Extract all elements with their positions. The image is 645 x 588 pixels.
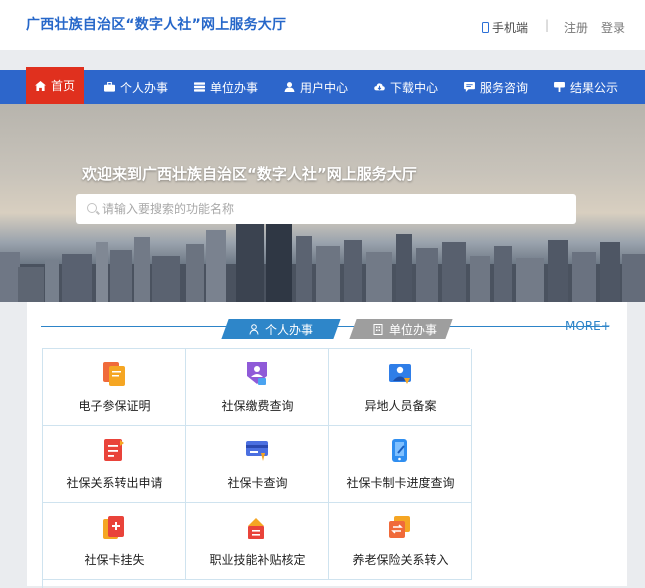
welcome-heading: 欢迎来到广西壮族自治区“数字人社”网上服务大厅 [82, 165, 417, 183]
hero-banner: 欢迎来到广西壮族自治区“数字人社”网上服务大厅 [0, 104, 645, 302]
nav-label: 单位办事 [210, 80, 259, 95]
service-label: 社保卡制卡进度查询 [346, 476, 455, 490]
services-panel: 个人办事 单位办事 MORE+ 电子参保证明 社保缴费查询 异地人员备案 社保关… [27, 302, 627, 588]
card-query-icon [246, 441, 268, 461]
service-label: 电子参保证明 [78, 399, 151, 413]
service-item[interactable]: 社保卡查询 [186, 426, 329, 503]
tab-label: 个人办事 [265, 323, 314, 337]
login-link[interactable]: 登录 [601, 19, 625, 36]
nav-item-user-center[interactable]: 用户中心 [284, 70, 348, 104]
certificate-icon [103, 362, 125, 386]
pension-transfer-icon [389, 516, 410, 538]
service-label: 异地人员备案 [364, 399, 437, 413]
service-item[interactable]: 养老保险关系转入 [329, 503, 472, 580]
skill-subsidy-icon [248, 518, 264, 539]
payment-query-icon [247, 362, 267, 385]
service-label: 养老保险关系转入 [352, 553, 449, 567]
mobile-link[interactable]: 手机端 [482, 19, 528, 36]
service-item[interactable]: 职业技能补贴核定 [186, 503, 329, 580]
nav-label: 用户中心 [300, 80, 349, 95]
nav-label: 结果公示 [570, 80, 619, 95]
service-item[interactable]: 社保缴费查询 [186, 349, 329, 426]
top-bar: 广西壮族自治区“数字人社”网上服务大厅 手机端 | 注册 登录 [0, 0, 645, 50]
nav-item-consult[interactable]: 服务咨询 [464, 70, 528, 104]
service-label: 社保卡挂失 [84, 553, 145, 567]
register-link[interactable]: 注册 [564, 19, 588, 36]
search-icon [87, 203, 97, 213]
nav-item-home[interactable]: 首页 [26, 67, 85, 104]
main-nav: 首页 个人办事 单位办事 用户中心 下载中心 服务咨询 结果公示 [0, 67, 645, 104]
service-label: 社保关系转出申请 [66, 476, 163, 490]
service-item[interactable]: 社保卡制卡进度查询 [329, 426, 472, 503]
megaphone-icon [554, 82, 565, 92]
service-label: 社保卡查询 [227, 476, 288, 490]
separator: | [545, 18, 550, 32]
nav-label: 首页 [51, 79, 76, 93]
service-grid: 电子参保证明 社保缴费查询 异地人员备案 社保关系转出申请 社保卡查询 社保卡制… [42, 348, 472, 588]
person-outline-icon [249, 324, 259, 335]
building-icon [373, 324, 383, 335]
city-skyline-image [0, 218, 645, 302]
user-icon [284, 82, 295, 92]
service-label: 社保缴费查询 [221, 399, 294, 413]
service-item[interactable]: 异地人员备案 [329, 349, 472, 426]
nav-label: 下载中心 [390, 80, 439, 95]
cloud-download-icon [374, 83, 385, 91]
service-item[interactable]: 社保卡挂失 [43, 503, 186, 580]
relocation-filing-icon [389, 364, 411, 384]
site-title[interactable]: 广西壮族自治区“数字人社”网上服务大厅 [26, 14, 286, 34]
search-box [76, 194, 576, 224]
mobile-label: 手机端 [492, 21, 529, 35]
nav-item-unit[interactable]: 单位办事 [194, 70, 258, 104]
service-item[interactable]: 社保关系转出申请 [43, 426, 186, 503]
nav-item-download[interactable]: 下载中心 [374, 70, 438, 104]
home-icon [35, 80, 46, 91]
search-input[interactable] [102, 194, 562, 224]
nav-label: 服务咨询 [480, 80, 529, 95]
chat-icon [464, 82, 475, 92]
service-label: 职业技能补贴核定 [209, 553, 306, 567]
stack-icon [194, 82, 205, 92]
nav-label: 个人办事 [120, 80, 169, 95]
service-item[interactable]: 电子参保证明 [43, 349, 186, 426]
briefcase-icon [104, 82, 115, 92]
card-loss-icon [103, 516, 124, 539]
phone-icon [482, 22, 489, 33]
nav-item-results[interactable]: 结果公示 [554, 70, 618, 104]
tab-label: 单位办事 [389, 323, 438, 337]
transfer-out-icon [104, 439, 124, 461]
more-link[interactable]: MORE+ [565, 319, 611, 333]
nav-item-personal[interactable]: 个人办事 [104, 70, 168, 104]
tab-personal[interactable]: 个人办事 [249, 321, 313, 338]
card-progress-icon [392, 439, 407, 462]
tab-unit[interactable]: 单位办事 [373, 321, 437, 338]
